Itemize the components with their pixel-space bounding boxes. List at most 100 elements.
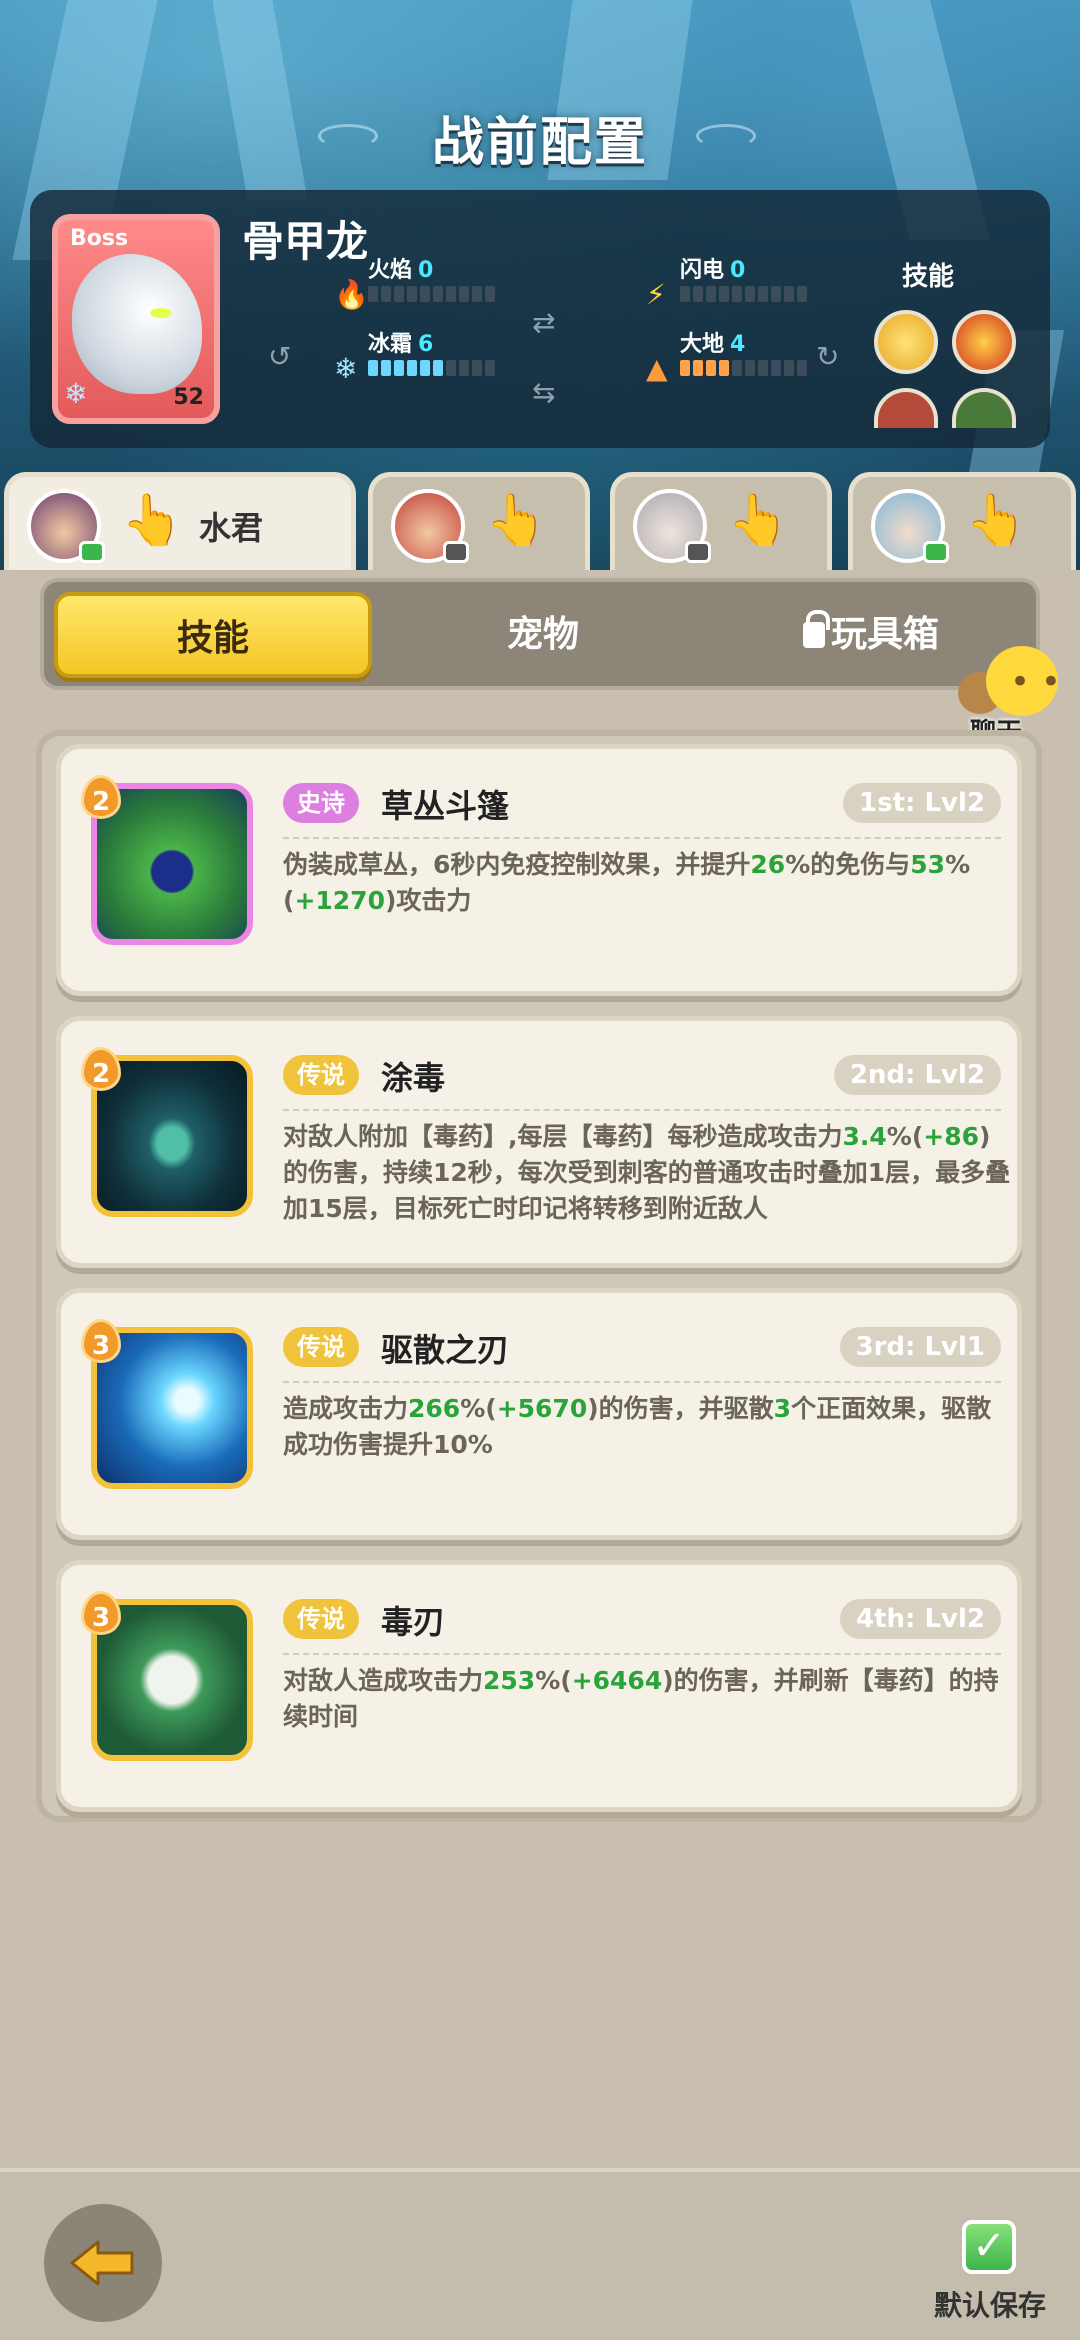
stat-segment	[485, 286, 495, 302]
desc-text: 伪装成草丛，6秒内免疫控制效果，并提升	[283, 850, 751, 879]
stat-segment	[381, 286, 391, 302]
boss-portrait[interactable]: Boss ❄ 52	[52, 214, 220, 424]
highlight-value: +6464	[571, 1666, 663, 1695]
stat-label: 冰霜	[368, 332, 413, 357]
divider	[283, 837, 1001, 839]
frost-element-icon: ❄	[64, 377, 88, 410]
stat-segment	[732, 360, 742, 376]
rarity-badge: 传说	[283, 1327, 359, 1367]
back-button[interactable]	[44, 2204, 162, 2322]
highlight-value: +86	[923, 1122, 980, 1151]
stat-segment	[758, 360, 768, 376]
stat-segment	[784, 360, 794, 376]
highlight-value: +1270	[294, 886, 385, 915]
divider	[283, 1381, 1001, 1383]
cycle-arrow-icon: ↻	[816, 340, 840, 373]
boss-skill-icon[interactable]	[874, 388, 938, 428]
stat-segment	[485, 360, 495, 376]
stat-segment	[680, 360, 690, 376]
stat-segment	[433, 286, 443, 302]
bone-dragon-image	[72, 254, 202, 394]
stat-bar	[368, 360, 495, 376]
stat-segment	[797, 286, 807, 302]
desc-text: 对敌人造成攻击力	[283, 1666, 484, 1695]
tab-toybox-label: 玩具箱	[830, 614, 939, 655]
boss-skill-icon[interactable]	[874, 310, 938, 374]
stat-segment	[394, 286, 404, 302]
skill-card[interactable]: 2 传说 涂毒 2nd: Lvl2 对敌人附加【毒药】,每层【毒药】每秒造成攻击…	[56, 1016, 1022, 1268]
stat-segment	[459, 286, 469, 302]
highlight-value: +5670	[496, 1394, 588, 1423]
skill-description: 造成攻击力266%(+5670)的伤害，并驱散3个正面效果，驱散成功伤害提升10…	[283, 1391, 1013, 1463]
cost-badge: 2	[81, 1047, 121, 1091]
boss-tag: Boss	[70, 226, 129, 251]
page-title: 战前配置	[431, 113, 648, 173]
lock-icon	[802, 610, 830, 648]
skill-level: 2nd: Lvl2	[833, 1055, 1001, 1095]
stat-segment	[433, 360, 443, 376]
swap-arrow-icon: ⇆	[532, 376, 556, 409]
skill-list: 2 史诗 草丛斗篷 1st: Lvl2 伪装成草丛，6秒内免疫控制效果，并提升2…	[36, 730, 1042, 1822]
stat-segment	[797, 360, 807, 376]
tap-hand-icon: 👆	[485, 491, 548, 549]
stat-fire: 🔥 火焰 0	[334, 252, 568, 311]
hero-tab-2[interactable]: 👆	[368, 472, 590, 570]
stat-segment	[472, 360, 482, 376]
desc-text: )攻击力	[384, 886, 472, 915]
skill-level: 1st: Lvl2	[843, 783, 1001, 823]
boss-skills-label: 技能	[902, 262, 955, 292]
stat-segment	[680, 286, 690, 302]
stat-lightning: ⚡ 闪电 0	[646, 252, 880, 311]
tap-hand-icon: 👆	[965, 491, 1028, 549]
default-save-checkbox[interactable]: ✓	[962, 2220, 1016, 2274]
stat-segment	[407, 360, 417, 376]
desc-text: )的伤害，并驱散	[587, 1394, 774, 1423]
frost-icon: ❄	[334, 352, 358, 385]
tab-skills[interactable]: 技能	[54, 592, 372, 678]
skill-card[interactable]: 2 史诗 草丛斗篷 1st: Lvl2 伪装成草丛，6秒内免疫控制效果，并提升2…	[56, 744, 1022, 996]
tap-hand-icon: 👆	[727, 491, 790, 549]
boss-level: 52	[173, 385, 204, 410]
stat-segment	[719, 286, 729, 302]
hero-tab-3[interactable]: 👆	[610, 472, 832, 570]
stat-label: 大地	[680, 332, 725, 357]
earth-icon: ▲	[646, 352, 668, 385]
cost-badge: 3	[81, 1319, 121, 1363]
stat-segment	[446, 286, 456, 302]
stat-segment	[368, 360, 378, 376]
stat-segment	[745, 360, 755, 376]
stat-label: 火焰	[368, 258, 413, 283]
smiley-icon: • •	[1010, 662, 1061, 702]
stat-segment	[407, 286, 417, 302]
desc-text: %(	[460, 1394, 497, 1423]
category-tabs: 技能 宠物 玩具箱	[40, 578, 1040, 690]
skill-name: 毒刃	[381, 1603, 446, 1641]
rarity-badge: 传说	[283, 1599, 359, 1639]
hero-tab-1[interactable]: 👆 水君	[4, 472, 356, 570]
back-arrow-icon	[70, 2240, 134, 2286]
boss-skill-icon[interactable]	[952, 310, 1016, 374]
divider	[283, 1653, 1001, 1655]
stat-segment	[420, 286, 430, 302]
skill-description: 对敌人造成攻击力253%(+6464)的伤害，并刷新【毒药】的持续时间	[283, 1663, 1013, 1735]
chat-badge-icon	[685, 541, 711, 563]
stat-value: 4	[730, 332, 746, 357]
rarity-badge: 史诗	[283, 783, 359, 823]
skill-card[interactable]: 3 传说 毒刃 4th: Lvl2 对敌人造成攻击力253%(+6464)的伤害…	[56, 1560, 1022, 1812]
stat-segment	[459, 360, 469, 376]
stat-segment	[758, 286, 768, 302]
stat-segment	[472, 286, 482, 302]
skill-card[interactable]: 3 传说 驱散之刃 3rd: Lvl1 造成攻击力266%(+5670)的伤害，…	[56, 1288, 1022, 1540]
hero-tab-4[interactable]: 👆	[848, 472, 1076, 570]
skill-description: 伪装成草丛，6秒内免疫控制效果，并提升26%的免伤与53%(+1270)攻击力	[283, 847, 1013, 919]
skill-description: 对敌人附加【毒药】,每层【毒药】每秒造成攻击力3.4%(+86)的伤害，持续12…	[283, 1119, 1013, 1227]
boss-skill-icon[interactable]	[952, 388, 1016, 428]
tab-pets[interactable]: 宠物	[384, 592, 702, 678]
stat-segment	[446, 360, 456, 376]
stat-segment	[771, 360, 781, 376]
desc-text: %(	[535, 1666, 572, 1695]
skill-level: 3rd: Lvl1	[839, 1327, 1001, 1367]
cycle-arrow-icon: ↺	[268, 340, 292, 373]
skill-name: 草丛斗篷	[381, 787, 510, 825]
chat-badge-icon	[923, 541, 949, 563]
